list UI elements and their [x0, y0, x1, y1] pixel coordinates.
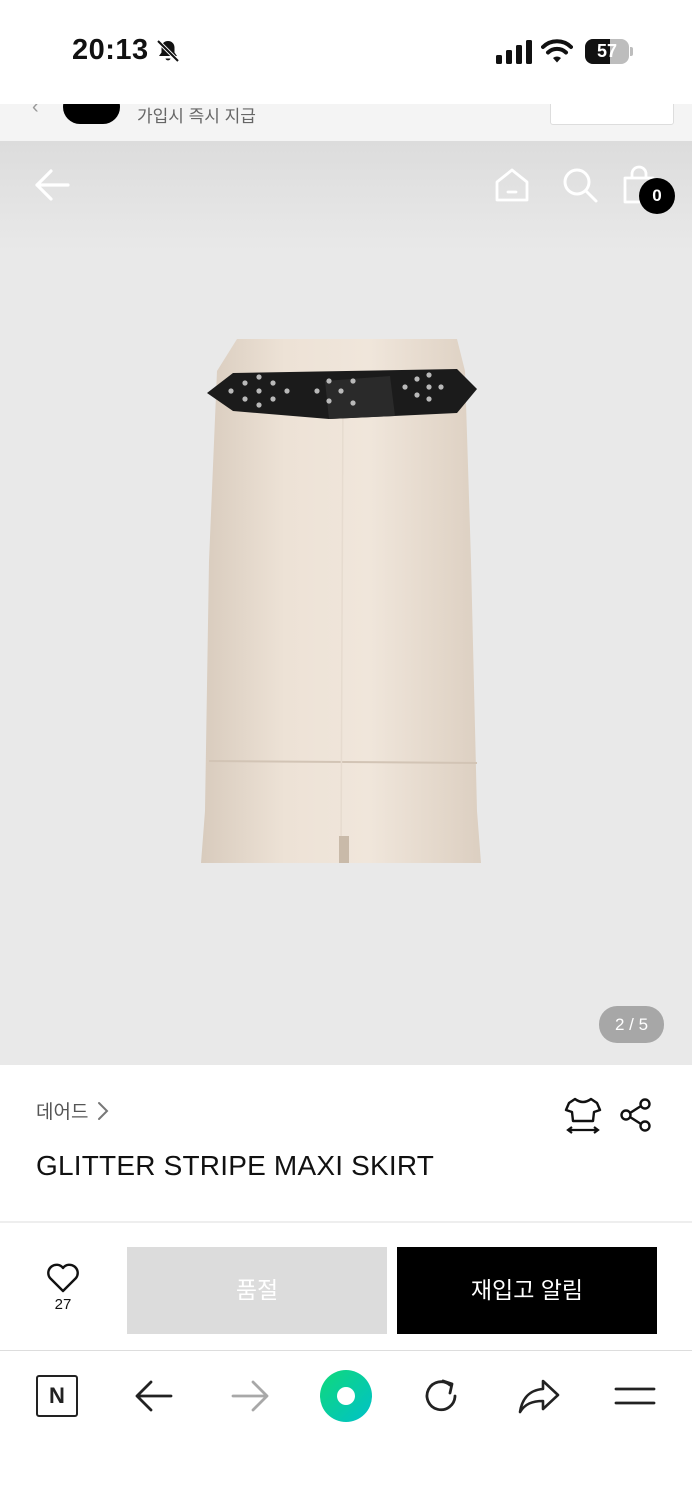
naver-icon[interactable]: N [36, 1375, 78, 1417]
brand-link[interactable]: 데어드 [36, 1097, 110, 1124]
soldout-button[interactable]: 품절 [127, 1247, 387, 1334]
battery-level: 57 [596, 41, 618, 61]
menu-icon[interactable] [613, 1375, 657, 1417]
reload-icon[interactable] [421, 1375, 463, 1417]
search-icon[interactable] [561, 166, 599, 204]
wifi-icon [541, 39, 573, 63]
browser-share-icon[interactable] [517, 1375, 561, 1417]
cart-count-badge[interactable]: 0 [639, 178, 675, 214]
browser-back-icon[interactable] [133, 1375, 175, 1417]
product-title: GLITTER STRIPE MAXI SKIRT [36, 1150, 435, 1181]
product-image [201, 339, 481, 863]
promo-banner[interactable]: ‹ 가입시 즉시 지급 [0, 104, 692, 141]
brand-name: 데어드 [36, 1102, 89, 1123]
promo-button[interactable] [550, 104, 674, 125]
browser-forward-icon[interactable] [229, 1375, 271, 1417]
back-arrow-icon[interactable] [33, 168, 71, 202]
home-icon[interactable] [493, 166, 531, 204]
chevron-left-icon: ‹ [32, 104, 39, 118]
restock-alert-button[interactable]: 재입고 알림 [397, 1247, 657, 1334]
status-bar: 20:13 57 [0, 0, 692, 104]
browser-toolbar: N [0, 1351, 692, 1500]
heart-icon [47, 1263, 79, 1293]
share-icon[interactable] [618, 1098, 654, 1132]
naver-home-icon[interactable] [319, 1369, 373, 1423]
bell-off-icon [156, 39, 180, 63]
divider [0, 1221, 692, 1223]
signal-icon [496, 40, 532, 64]
chevron-right-icon [98, 1101, 109, 1120]
promo-text: 가입시 즉시 지급 [137, 107, 256, 126]
status-time: 20:13 [72, 34, 149, 66]
promo-badge [63, 104, 120, 124]
size-fit-icon[interactable] [563, 1096, 603, 1134]
like-count: 27 [54, 1296, 72, 1313]
like-button[interactable]: 27 [30, 1262, 96, 1313]
battery-icon: 57 [585, 39, 633, 64]
gallery-page-indicator: 2 / 5 [599, 1006, 664, 1043]
product-image-gallery[interactable]: 0 2 / 5 [0, 141, 692, 1065]
